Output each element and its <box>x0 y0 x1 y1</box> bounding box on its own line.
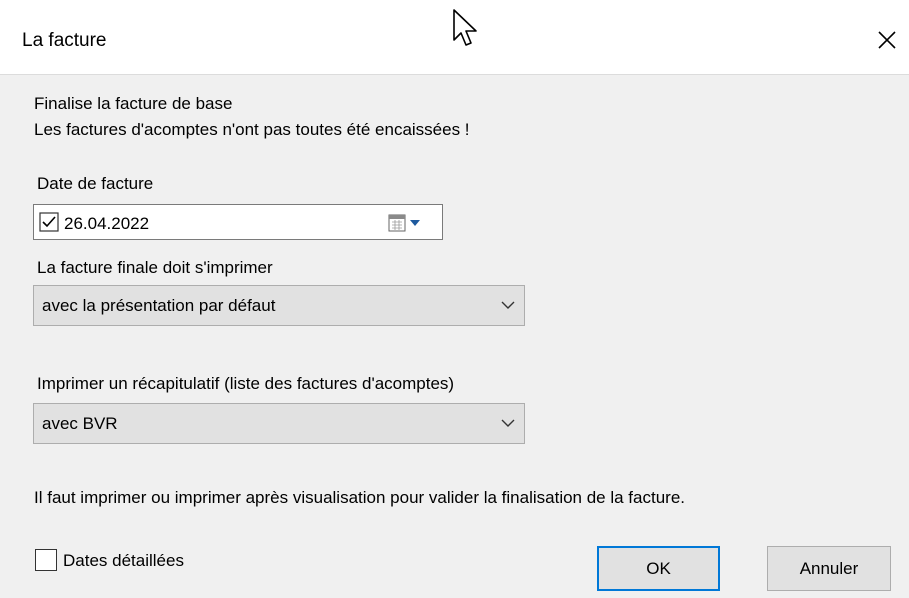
close-icon <box>878 31 896 49</box>
message-line-2: Les factures d'acomptes n'ont pas toutes… <box>34 120 470 139</box>
message-line-1: Finalise la facture de base <box>34 94 233 113</box>
summary-print-select[interactable]: avec BVR <box>33 403 525 444</box>
invoice-date-picker[interactable]: 26.04.2022 <box>33 204 443 240</box>
calendar-dropdown-icon[interactable] <box>388 214 428 232</box>
invoice-dialog: La facture Finalise la facture de base L… <box>0 0 909 598</box>
ok-button-label: OK <box>646 558 671 578</box>
detailed-dates-checkbox[interactable] <box>35 549 57 571</box>
mouse-pointer-icon <box>453 9 477 46</box>
date-enabled-checkbox[interactable] <box>39 212 59 232</box>
cancel-button-label: Annuler <box>799 558 859 578</box>
chevron-down-icon <box>501 419 515 427</box>
cancel-button[interactable]: Annuler <box>767 546 891 591</box>
invoice-date-label: Date de facture <box>37 174 154 193</box>
invoice-date-value[interactable]: 26.04.2022 <box>64 214 149 234</box>
final-print-value: avec la présentation par défaut <box>42 296 276 315</box>
ok-button[interactable]: OK <box>597 546 720 591</box>
summary-print-value: avec BVR <box>42 414 118 433</box>
final-print-label: La facture finale doit s'imprimer <box>37 258 273 277</box>
finalisation-notice: Il faut imprimer ou imprimer après visua… <box>34 488 686 507</box>
summary-print-label: Imprimer un récapitulatif (liste des fac… <box>37 374 455 393</box>
detailed-dates-label[interactable]: Dates détaillées <box>63 551 184 571</box>
chevron-down-icon <box>501 301 515 309</box>
close-button[interactable] <box>865 18 909 62</box>
final-print-select[interactable]: avec la présentation par défaut <box>33 285 525 326</box>
window-title: La facture <box>22 30 107 51</box>
